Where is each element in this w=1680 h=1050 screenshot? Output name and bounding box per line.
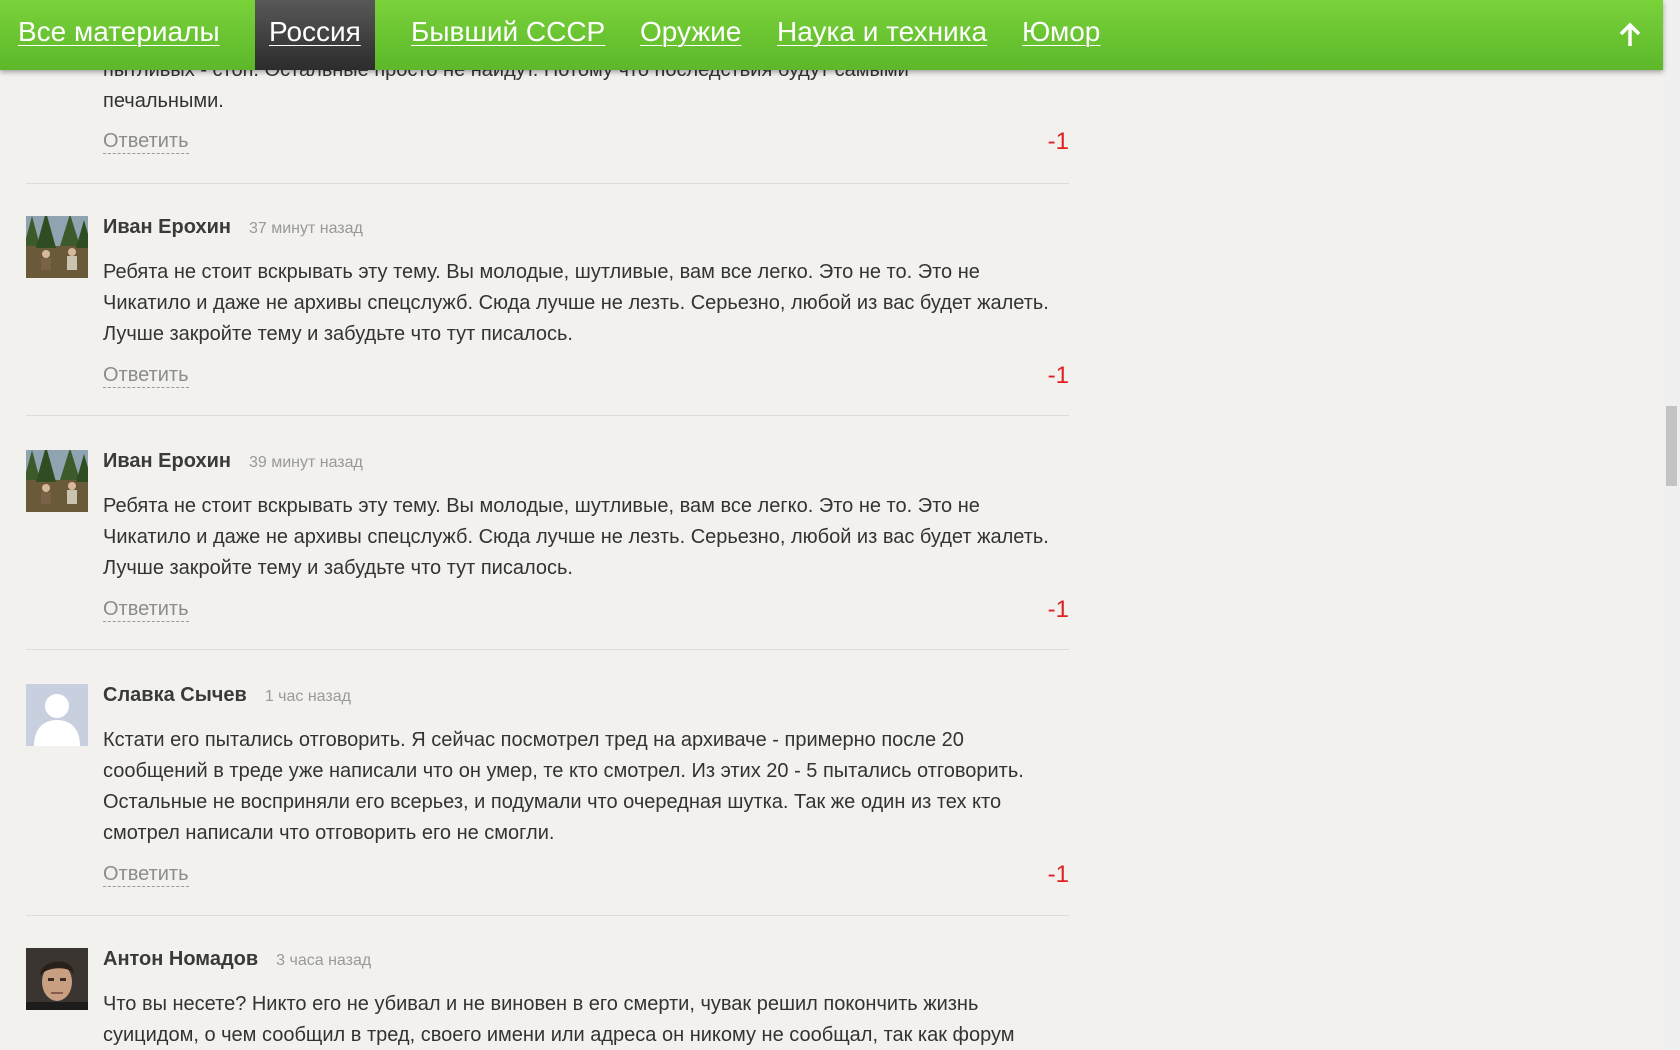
comment-text-line: суицидом, о чем сообщил в тред, своего и… (103, 1024, 1015, 1046)
nav-item-science[interactable]: Наука и техника (777, 0, 987, 70)
comment-item: Иван Ерохин 39 минут назад Ребята не стои… (26, 450, 1069, 650)
nav-item-humor[interactable]: Юмор (1022, 0, 1100, 70)
author-name[interactable]: Иван Ерохин (103, 216, 231, 238)
author-name[interactable]: Антон Номадов (103, 948, 258, 970)
top-navigation: Все материалы Россия Бывший СССР Оружие … (0, 0, 1663, 70)
nav-item-all-materials[interactable]: Все материалы (18, 0, 220, 70)
comment-item: Славка Сычев 1 час назад Кстати его пытал… (26, 684, 1069, 916)
comment-divider (26, 915, 1069, 916)
comment-time: 1 час назад (264, 688, 351, 705)
comment-author[interactable]: Иван Ерохин 39 минут назад (103, 450, 363, 473)
reply-button[interactable]: Ответить (103, 862, 189, 887)
page-scrollbar[interactable] (1663, 0, 1680, 1050)
comment-author[interactable]: Антон Номадов 3 часа назад (103, 948, 371, 971)
comment-time: 37 минут назад (248, 220, 363, 237)
comment-text-line: печальными. (103, 90, 224, 112)
comment-text: Ребята не стоит вскрывать эту тему. Вы м… (103, 261, 1049, 345)
comment-time: 39 минут назад (248, 454, 363, 471)
comment-divider (26, 415, 1069, 416)
portrait-photo-avatar[interactable] (26, 948, 88, 1010)
reply-button[interactable]: Ответить (103, 597, 189, 622)
forest-photo-avatar[interactable] (26, 450, 88, 512)
author-name[interactable]: Славка Сычев (103, 684, 247, 706)
reply-button[interactable]: Ответить (103, 363, 189, 388)
scroll-top-button[interactable] (1615, 20, 1645, 50)
comment-text: Кстати его пытались отговорить. Я сейчас… (103, 729, 1024, 844)
author-name[interactable]: Иван Ерохин (103, 450, 231, 472)
nav-item-weapons[interactable]: Оружие (640, 0, 741, 70)
page: пытливых - стоп. Остальные просто не най… (0, 0, 1680, 1050)
scrollbar-thumb[interactable] (1666, 406, 1677, 486)
comment-text: Ребята не стоит вскрывать эту тему. Вы м… (103, 495, 1049, 579)
comment-rating[interactable]: -1 (1048, 861, 1069, 889)
comment-item: Антон Номадов 3 часа назад Что вы несете?… (26, 948, 1069, 1050)
comment-rating[interactable]: -1 (1048, 362, 1069, 390)
comment-author[interactable]: Иван Ерохин 37 минут назад (103, 216, 363, 239)
reply-button[interactable]: Ответить (103, 129, 189, 154)
comment-text: Что вы несете? Никто его не убивал и не … (103, 989, 1083, 1050)
forest-photo-avatar[interactable] (26, 216, 88, 278)
comment-rating[interactable]: -1 (1048, 128, 1069, 156)
default-user-avatar[interactable] (26, 684, 88, 746)
comment-rating[interactable]: -1 (1048, 596, 1069, 624)
nav-item-former-ussr[interactable]: Бывший СССР (411, 0, 605, 70)
arrow-up-icon (1619, 22, 1641, 46)
comment-text-line: Что вы несете? Никто его не убивал и не … (103, 993, 979, 1015)
comment-divider (26, 649, 1069, 650)
comment-divider (26, 183, 1069, 184)
comment-time: 3 часа назад (276, 952, 372, 969)
comment-item: Иван Ерохин 37 минут назад Ребята не стои… (26, 216, 1069, 416)
comment-author[interactable]: Славка Сычев 1 час назад (103, 684, 351, 707)
nav-item-russia[interactable]: Россия (255, 0, 375, 70)
